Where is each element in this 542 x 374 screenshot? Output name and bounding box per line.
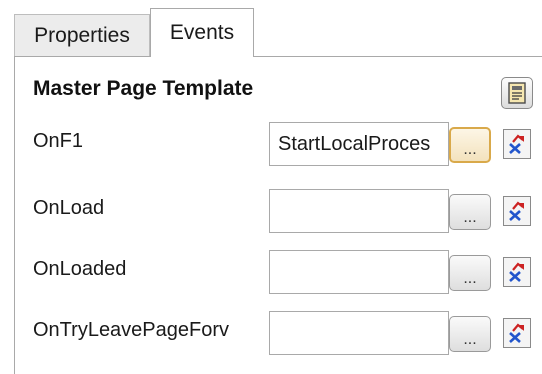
event-label: OnF1 (33, 130, 84, 152)
browse-button[interactable]: ... (449, 255, 491, 291)
template-button[interactable] (501, 77, 533, 109)
browse-button[interactable]: ... (449, 194, 491, 230)
clear-event-icon (509, 262, 524, 282)
event-label: OnLoad (33, 197, 105, 219)
tab-properties-label: Properties (34, 23, 130, 47)
clear-event-button[interactable] (503, 318, 531, 348)
browse-button[interactable]: ... (449, 316, 491, 352)
page-template-icon (508, 82, 526, 104)
clear-event-button[interactable] (503, 129, 531, 159)
clear-event-button[interactable] (503, 196, 531, 226)
event-row-ontryleavepageforv: OnTryLeavePageForv ... (15, 311, 542, 355)
browse-button[interactable]: ... (449, 127, 491, 163)
clear-event-icon (509, 323, 524, 343)
tab-strip: Properties Events (0, 0, 542, 57)
event-handler-field[interactable] (269, 250, 449, 294)
tab-events[interactable]: Events (150, 8, 254, 57)
tab-properties[interactable]: Properties (14, 14, 150, 56)
event-handler-field[interactable] (269, 189, 449, 233)
event-handler-field[interactable] (269, 311, 449, 355)
clear-event-icon (509, 201, 524, 221)
event-row-onload: OnLoad ... (15, 189, 542, 233)
events-property-panel: Properties Events Master Page Template O… (0, 0, 542, 374)
clear-event-icon (509, 134, 524, 154)
events-panel: Master Page Template OnF1 StartLocalProc… (14, 56, 542, 374)
tab-events-label: Events (169, 21, 235, 44)
event-label: OnLoaded (33, 258, 127, 280)
section-title: Master Page Template (33, 77, 254, 100)
event-row-onf1: OnF1 StartLocalProces ... (15, 122, 542, 166)
event-label: OnTryLeavePageForv (33, 319, 230, 341)
event-handler-field[interactable]: StartLocalProces (269, 122, 449, 166)
event-row-onloaded: OnLoaded ... (15, 250, 542, 294)
clear-event-button[interactable] (503, 257, 531, 287)
